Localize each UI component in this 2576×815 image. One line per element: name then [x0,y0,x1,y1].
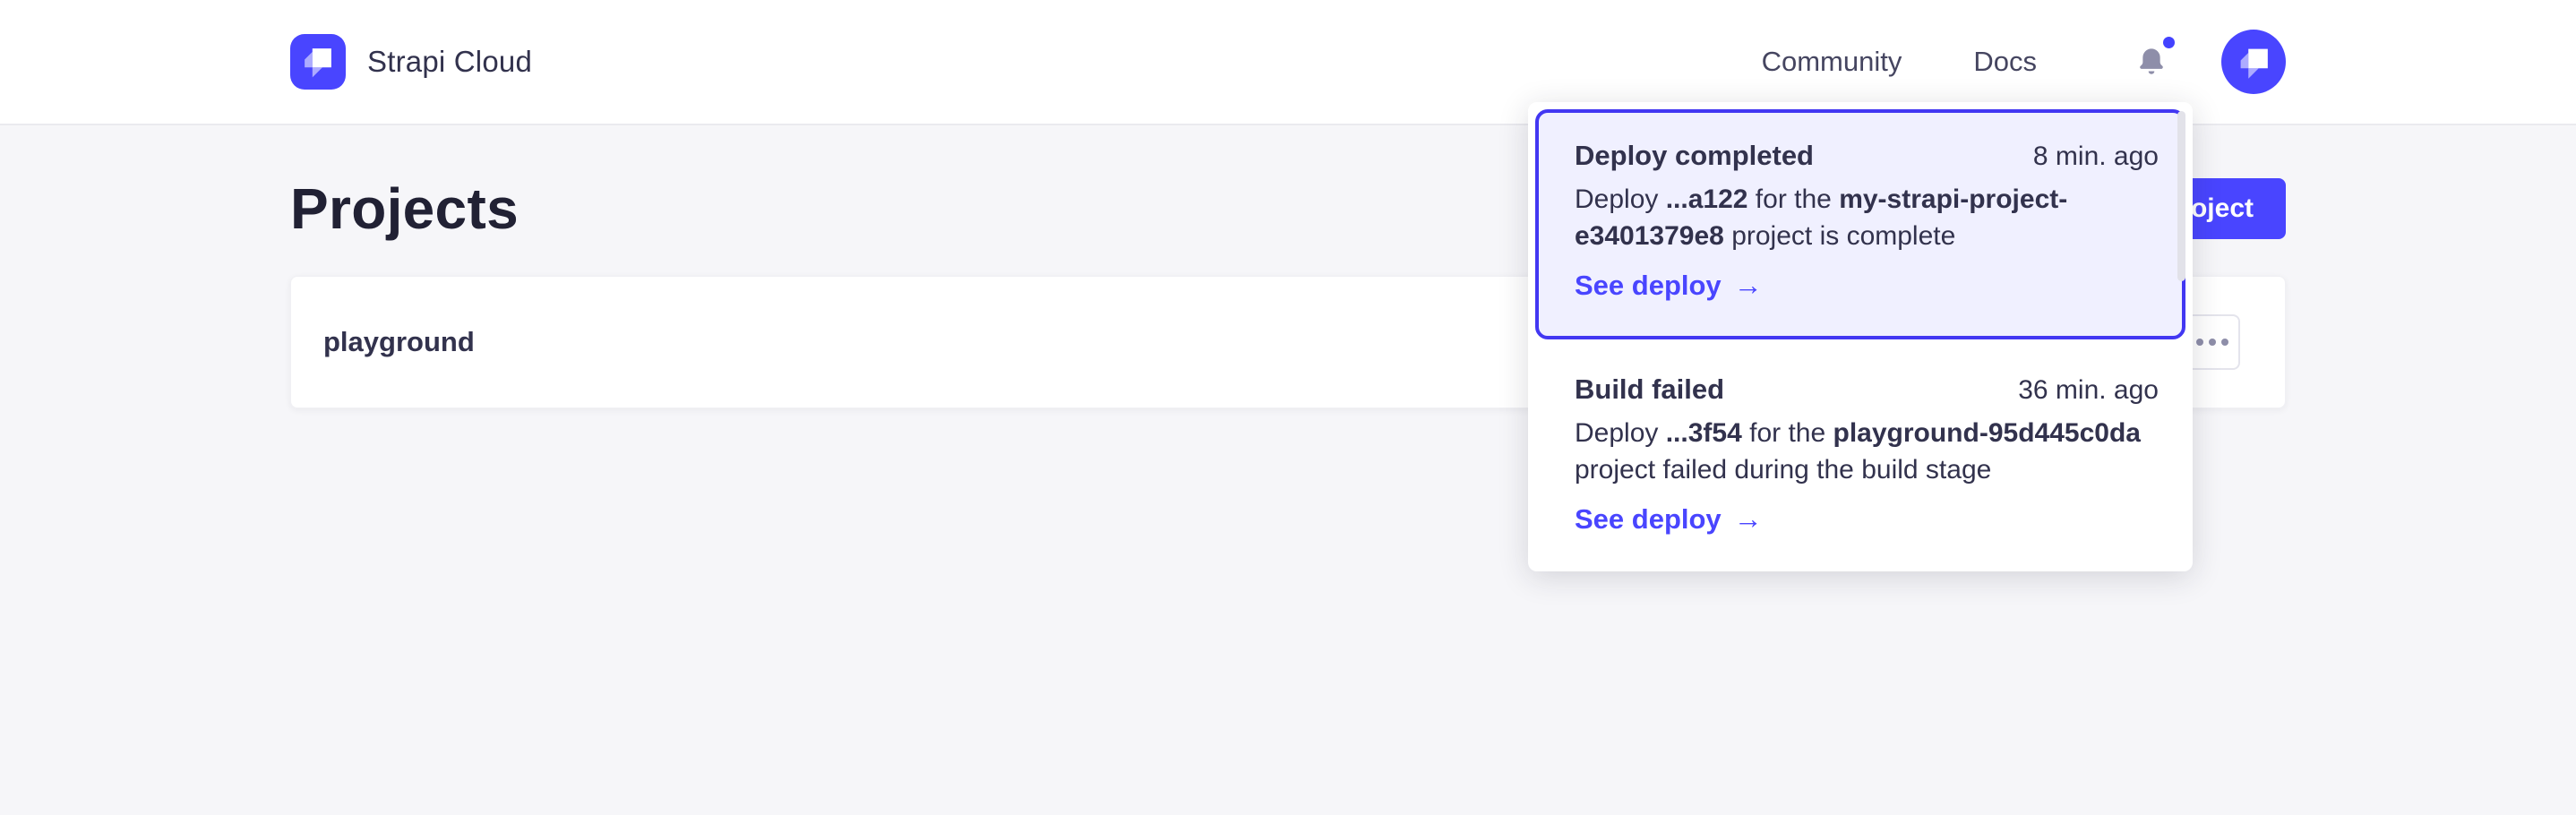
see-deploy-link[interactable]: See deploy → [1575,269,1763,302]
notifications-dropdown: Deploy completed 8 min. ago Deploy ...a1… [1528,102,2193,571]
project-name: playground [323,326,475,358]
nav-link-docs[interactable]: Docs [1973,46,2037,78]
bell-icon [2134,43,2168,81]
notification-build-failed[interactable]: Build failed 36 min. ago Deploy ...3f54 … [1535,339,2185,564]
arrow-right-icon: → [1734,269,1763,302]
header-nav: Community Docs [1762,30,2286,94]
notification-time: 8 min. ago [2033,142,2159,172]
brand-home-link[interactable]: Strapi Cloud [290,34,532,90]
more-options-icon [2196,339,2203,346]
notification-time: 36 min. ago [2018,375,2159,406]
notifications-bell-button[interactable] [2130,39,2173,85]
brand-name: Strapi Cloud [367,45,532,79]
project-more-options-button[interactable] [2185,314,2240,370]
unread-indicator-dot [2163,37,2175,48]
user-avatar-button[interactable] [2221,30,2286,94]
see-deploy-link[interactable]: See deploy → [1575,502,1763,536]
arrow-right-icon: → [1734,502,1763,536]
notification-title: Build failed [1575,373,1724,406]
notification-body: Deploy ...3f54 for the playground-95d445… [1575,415,2155,488]
notification-body: Deploy ...a122 for the my-strapi-project… [1575,181,2155,254]
page-title: Projects [290,176,519,242]
strapi-logo-icon [290,34,346,90]
dropdown-scrollbar-thumb[interactable] [2177,111,2185,281]
notification-title: Deploy completed [1575,140,1814,172]
nav-link-community[interactable]: Community [1762,46,1902,78]
avatar-strapi-glyph-icon [2221,30,2286,94]
notification-deploy-completed[interactable]: Deploy completed 8 min. ago Deploy ...a1… [1535,109,2185,339]
